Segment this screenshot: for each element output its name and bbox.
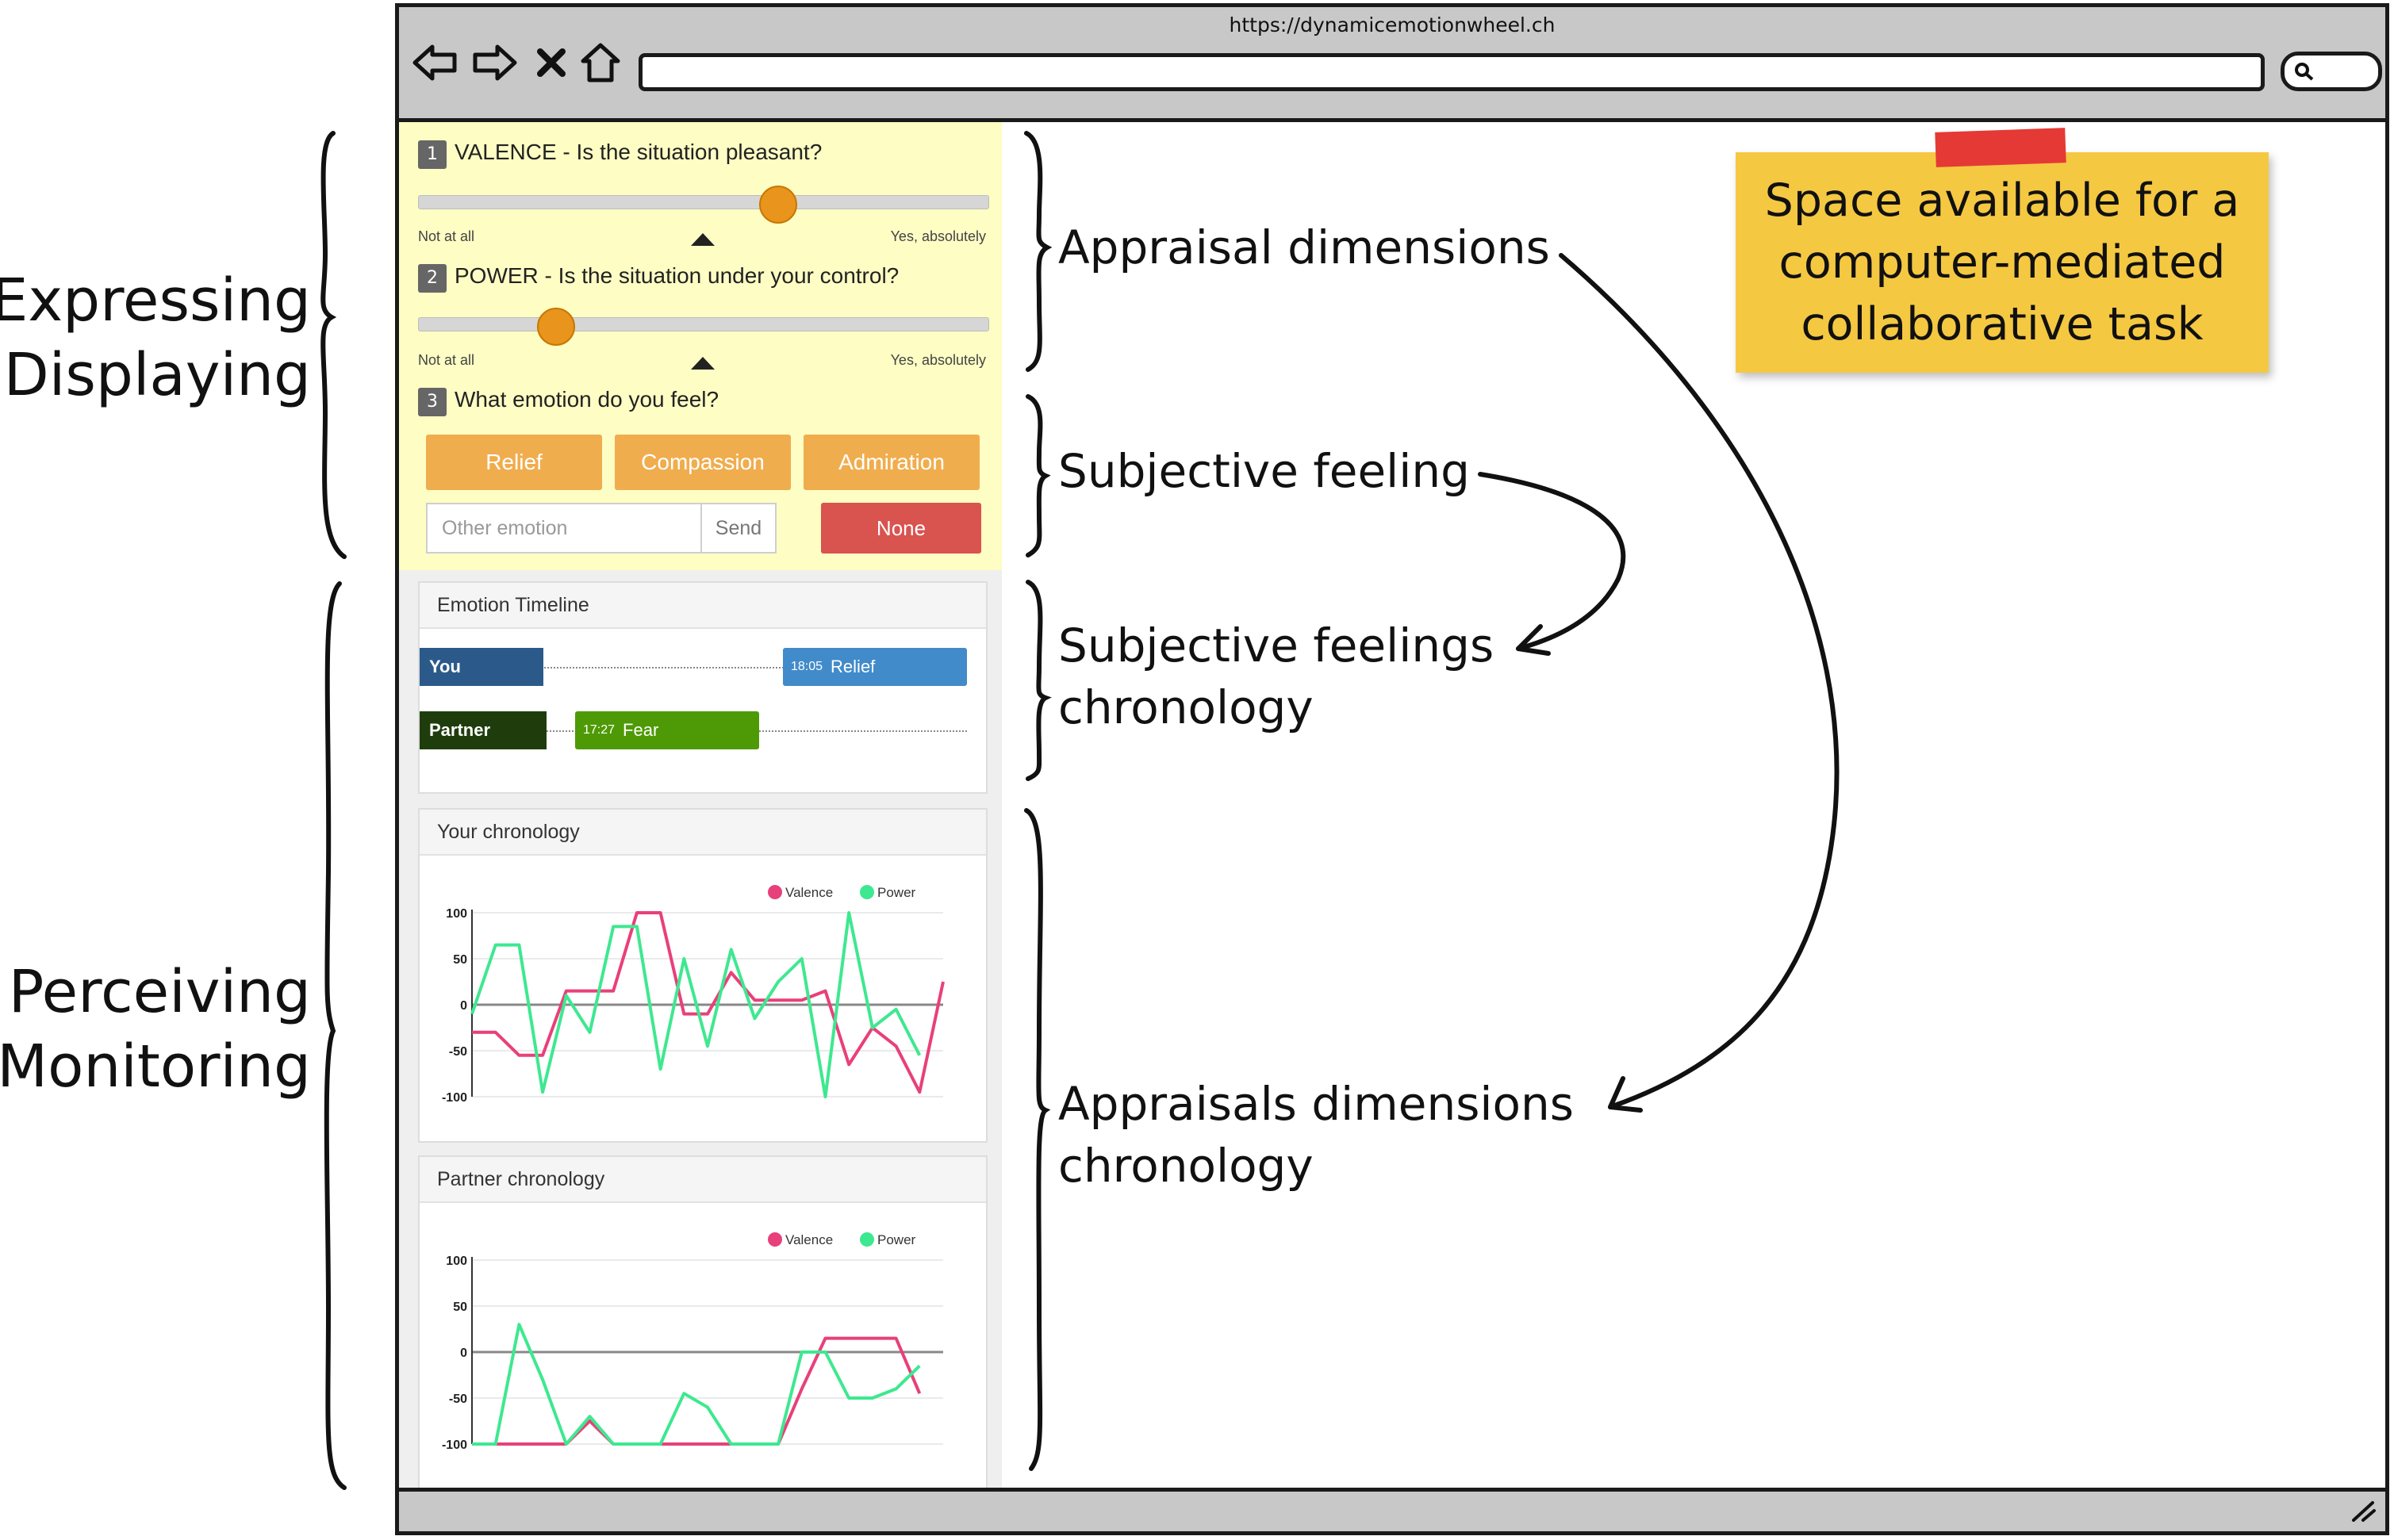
legend-marker [860, 1232, 874, 1247]
y-tick-label: 100 [446, 1255, 467, 1268]
close-icon[interactable] [526, 37, 577, 88]
legend-label: Power [877, 1232, 916, 1247]
power-min-label: Not at all [418, 352, 475, 368]
url-label: https://dynamicemotionwheel.ch [1229, 13, 1556, 36]
label-appraisal-dimensions: Appraisal dimensions [1058, 220, 1550, 274]
series-line-valence [472, 911, 945, 1094]
label-subjective-feeling: Subjective feeling [1058, 444, 1470, 498]
browser-toolbar: https://dynamicemotionwheel.ch [399, 7, 2385, 122]
power-question: 2 POWER - Is the situation under your con… [418, 263, 899, 293]
address-bar[interactable] [639, 53, 2265, 91]
power-slider-handle[interactable] [537, 308, 576, 346]
question-text: What emotion do you feel? [455, 387, 719, 412]
back-arrow-icon[interactable] [410, 37, 461, 88]
timeline-partner-label: Partner [420, 711, 547, 749]
valence-min-label: Not at all [418, 228, 475, 244]
legend-label: Valence [785, 1232, 833, 1247]
label-subjective-feelings-chronology: chronology [1058, 680, 1314, 734]
your-chronology-card: Your chronology 100 50 0 -50 -100 Valence Powe… [418, 808, 988, 1143]
question-text: POWER - Is the situation under your cont… [455, 263, 900, 288]
your-chronology-chart: 100 50 0 -50 -100 Valence Power [442, 885, 945, 1105]
partner-chronology-chart: 100 50 0 -50 -100 Valence Power [442, 1232, 943, 1452]
legend-marker [768, 885, 782, 899]
emotion-question: 3 What emotion do you feel? [418, 387, 719, 416]
emotion-button-admiration[interactable]: Admiration [804, 435, 980, 490]
card-title: Your chronology [420, 810, 986, 856]
y-tick-label: 100 [446, 907, 467, 921]
label-expressing: Expressing [0, 266, 311, 335]
card-title: Emotion Timeline [420, 583, 986, 629]
question-number: 2 [418, 264, 447, 293]
label-perceiving: Perceiving [8, 958, 311, 1026]
left-brace-perceiving [324, 581, 347, 1490]
event-emotion: Relief [831, 657, 876, 676]
timeline-you-event[interactable]: 18:05 Relief [783, 648, 967, 686]
forward-arrow-icon[interactable] [469, 37, 520, 88]
valence-slider-handle[interactable] [759, 186, 798, 224]
appraisal-panel: 1 VALENCE - Is the situation pleasant? No… [399, 122, 1002, 570]
label-displaying: Displaying [3, 341, 311, 409]
event-emotion: Fear [623, 720, 659, 740]
search-box[interactable] [2281, 52, 2382, 91]
other-emotion-input[interactable]: Other emotion [426, 503, 702, 554]
label-appraisals-dimensions: Appraisals dimensions [1058, 1077, 1575, 1131]
search-icon [2295, 63, 2314, 81]
left-brace-expressing [320, 131, 347, 559]
home-icon[interactable] [575, 37, 626, 88]
y-tick-label: 50 [453, 953, 467, 967]
label-appraisals-dimensions-chronology: chronology [1058, 1139, 1314, 1193]
sticky-note: Space available for a computer-mediated … [1736, 152, 2269, 373]
event-time: 17:27 [583, 723, 616, 737]
event-time: 18:05 [791, 660, 823, 673]
partner-chronology-card: Partner chronology 100 50 0 -50 -100 Valence P… [418, 1155, 988, 1490]
legend-label: Power [877, 885, 916, 900]
none-button[interactable]: None [821, 503, 981, 554]
emotion-timeline-card: Emotion Timeline You 18:05 Relief Partner… [418, 581, 988, 794]
emotion-button-compassion[interactable]: Compassion [615, 435, 791, 490]
valence-slider[interactable] [418, 195, 989, 209]
timeline-partner-event[interactable]: 17:27 Fear [575, 711, 759, 749]
valence-question: 1 VALENCE - Is the situation pleasant? [418, 140, 822, 169]
question-number: 3 [418, 388, 447, 416]
y-tick-label: 0 [460, 1347, 467, 1360]
legend-label: Valence [785, 885, 833, 900]
label-subjective-feelings: Subjective feelings [1058, 619, 1494, 672]
question-text: VALENCE - Is the situation pleasant? [455, 140, 823, 164]
browser-statusbar [399, 1488, 2385, 1531]
label-monitoring: Monitoring [0, 1032, 311, 1101]
series-line-power [472, 1323, 921, 1446]
sticky-note-text: Space available for a computer-mediated … [1764, 174, 2240, 351]
valence-max-label: Yes, absolutely [890, 228, 986, 244]
legend-marker [768, 1232, 782, 1247]
timeline-you-label: You [420, 648, 543, 686]
send-button[interactable]: Send [700, 503, 777, 554]
y-tick-label: 0 [460, 999, 467, 1013]
question-number: 1 [418, 140, 447, 169]
triangle-marker-icon [691, 357, 715, 370]
y-tick-label: -50 [449, 1393, 467, 1406]
y-tick-label: 50 [453, 1301, 467, 1314]
y-tick-label: -100 [442, 1091, 467, 1105]
power-max-label: Yes, absolutely [890, 352, 986, 368]
monitoring-panel: Emotion Timeline You 18:05 Relief Partner… [399, 570, 1002, 1500]
tape-strip [1935, 128, 2066, 167]
triangle-marker-icon [691, 233, 715, 246]
legend-marker [860, 885, 874, 899]
y-tick-label: -50 [449, 1045, 467, 1059]
series-line-valence [472, 1336, 922, 1446]
resize-grip-icon[interactable] [2349, 1498, 2377, 1523]
card-title: Partner chronology [420, 1157, 986, 1203]
power-slider[interactable] [418, 317, 989, 331]
y-tick-label: -100 [442, 1438, 467, 1452]
emotion-button-relief[interactable]: Relief [426, 435, 602, 490]
